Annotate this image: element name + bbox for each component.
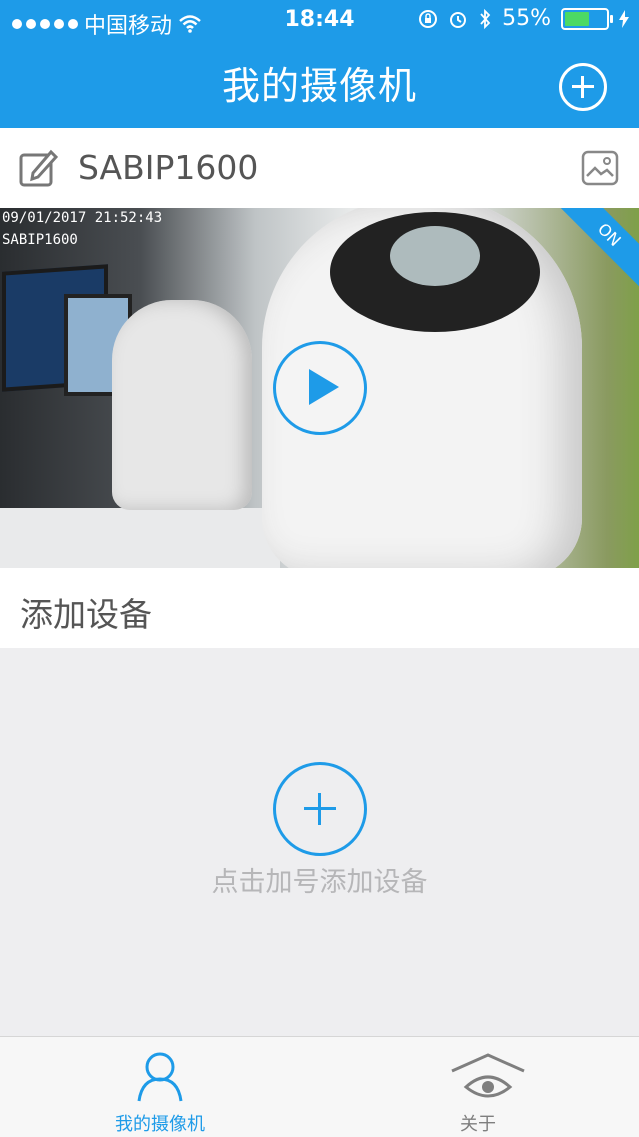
- device-name: SABIP1600: [78, 148, 259, 187]
- alarm-icon: [450, 11, 467, 28]
- overlay-date: 09/01/2017 21:52:43: [2, 210, 163, 226]
- top-bar: 中国移动 18:44 55% 我的摄像机: [0, 0, 639, 128]
- tab-about[interactable]: 关于: [388, 1037, 568, 1137]
- add-device-hint: 点击加号添加设备: [211, 867, 428, 898]
- play-button[interactable]: [273, 341, 367, 435]
- tab-bar: 我的摄像机 关于: [0, 1036, 639, 1137]
- add-camera-button[interactable]: [559, 63, 607, 111]
- add-device-title: 添加设备: [20, 595, 152, 634]
- add-device-header: 添加设备: [0, 568, 639, 648]
- tab-label: 关于: [460, 1114, 496, 1135]
- tab-label: 我的摄像机: [115, 1114, 205, 1135]
- device-header[interactable]: SABIP1600: [0, 128, 639, 208]
- scene-camera-small: [112, 300, 252, 510]
- add-device-button[interactable]: [273, 762, 367, 856]
- gallery-icon[interactable]: [581, 150, 619, 186]
- bluetooth-icon: [480, 8, 491, 29]
- scene-lens-inner: [390, 226, 480, 286]
- person-icon: [137, 1052, 183, 1102]
- eye-house-icon: [451, 1053, 525, 1098]
- overlay-device-name: SABIP1600: [2, 232, 78, 248]
- battery-icon: [561, 7, 613, 30]
- tab-my-cameras[interactable]: 我的摄像机: [70, 1037, 250, 1137]
- edit-icon[interactable]: [18, 148, 58, 188]
- page-title: 我的摄像机: [221, 64, 417, 108]
- status-bar: 中国移动 18:44 55%: [0, 0, 639, 40]
- battery-percent: 55%: [502, 6, 551, 31]
- rotation-lock-icon: [419, 9, 438, 28]
- status-right: 55%: [418, 6, 629, 31]
- play-icon: [309, 369, 339, 405]
- status-badge: ON: [555, 208, 639, 289]
- charging-icon: [619, 9, 629, 28]
- scene-desk: [0, 508, 280, 568]
